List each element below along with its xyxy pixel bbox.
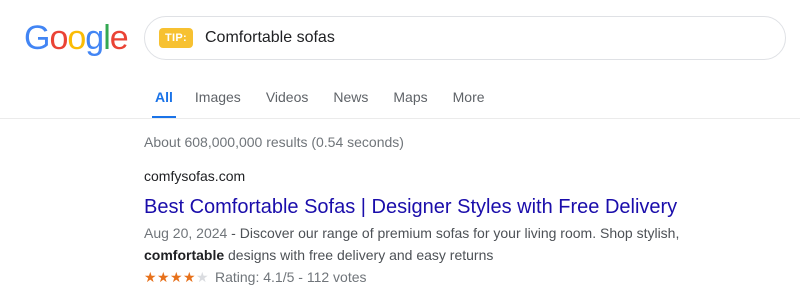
result-site[interactable]: comfysofas.com bbox=[144, 166, 784, 186]
search-tabs: All Images Videos News Maps More bbox=[152, 88, 510, 119]
result-rating: ★ ★ ★ ★ ★ Rating: 4.1/5 - 112 votes bbox=[144, 267, 784, 287]
logo-letter: G bbox=[24, 19, 50, 57]
rating-stars: ★ ★ ★ ★ ★ bbox=[144, 267, 209, 287]
star-filled-icon: ★ bbox=[144, 269, 157, 285]
logo-letter: e bbox=[109, 19, 129, 57]
tab-news[interactable]: News bbox=[333, 88, 368, 119]
tabs-divider bbox=[0, 118, 800, 119]
star-filled-icon: ★ bbox=[183, 269, 196, 285]
snippet-text: - Discover our range of premium sofas fo… bbox=[227, 225, 680, 241]
tab-images[interactable]: Images bbox=[195, 88, 241, 119]
snippet-text: designs with free delivery and easy retu… bbox=[224, 247, 494, 263]
logo-letter: o bbox=[67, 19, 86, 57]
snippet-highlight: comfortable bbox=[144, 247, 225, 263]
google-logo[interactable]: Google bbox=[24, 18, 129, 58]
tab-videos[interactable]: Videos bbox=[266, 88, 309, 119]
star-filled-icon: ★ bbox=[170, 269, 183, 285]
rating-text: Rating: 4.1/5 - 112 votes bbox=[215, 269, 367, 285]
tab-all[interactable]: All bbox=[152, 88, 176, 119]
search-box[interactable]: TIP: Comfortable sofas bbox=[144, 16, 786, 60]
search-input[interactable]: Comfortable sofas bbox=[205, 29, 335, 47]
logo-letter: o bbox=[49, 19, 68, 57]
logo-letter: g bbox=[85, 19, 104, 57]
tip-badge: TIP: bbox=[159, 28, 193, 48]
result-stats: About 608,000,000 results (0.54 seconds) bbox=[144, 134, 404, 150]
star-filled-icon: ★ bbox=[157, 269, 170, 285]
tab-maps[interactable]: Maps bbox=[393, 88, 427, 119]
result-title-link[interactable]: Best Comfortable Sofas | Designer Styles… bbox=[144, 194, 784, 220]
star-empty-icon: ★ bbox=[196, 269, 209, 285]
result-snippet: Aug 20, 2024 - Discover our range of pre… bbox=[144, 222, 784, 266]
result-date: Aug 20, 2024 bbox=[144, 225, 228, 241]
search-result: comfysofas.com Best Comfortable Sofas | … bbox=[144, 166, 784, 287]
tab-more[interactable]: More bbox=[453, 88, 485, 119]
